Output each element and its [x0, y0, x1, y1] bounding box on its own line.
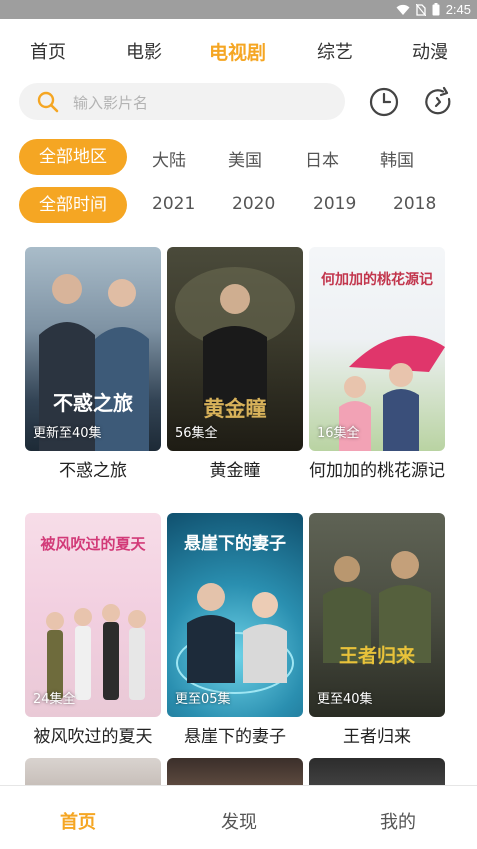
- poster-title-art: 黄金瞳: [203, 397, 267, 421]
- bottom-nav-discover[interactable]: 发现: [221, 808, 257, 834]
- tab-anime[interactable]: 动漫: [412, 38, 448, 64]
- region-all-chip[interactable]: 全部地区: [19, 139, 127, 175]
- poster-image[interactable]: 被风吹过的夏天 24集全: [25, 513, 161, 717]
- episode-badge: 更新至40集: [33, 426, 102, 441]
- poster-image[interactable]: 王者归来 更至40集: [309, 513, 445, 717]
- poster-image[interactable]: 黄金瞳 56集全: [167, 247, 303, 451]
- search-input[interactable]: 输入影片名: [19, 83, 345, 120]
- episode-badge: 24集全: [33, 692, 76, 707]
- show-title[interactable]: 何加加的桃花源记: [303, 461, 451, 482]
- tab-variety[interactable]: 综艺: [317, 38, 353, 64]
- wifi-icon: [396, 4, 410, 15]
- poster-title-art: 王者归来: [338, 645, 415, 667]
- show-title[interactable]: 被风吹过的夏天: [19, 727, 167, 748]
- show-title[interactable]: 不惑之旅: [19, 461, 167, 482]
- poster-title-art: 何加加的桃花源记: [321, 272, 433, 288]
- episode-badge: 更至40集: [317, 692, 373, 707]
- tab-tv-series[interactable]: 电视剧: [209, 38, 266, 65]
- year-option[interactable]: 2019: [313, 194, 356, 214]
- region-option[interactable]: 日本: [305, 146, 339, 171]
- search-icon: [37, 91, 59, 113]
- poster-figures: [39, 274, 149, 451]
- poster-title-art: 不惑之旅: [53, 391, 133, 415]
- category-tabs: 首页 电影 电视剧 综艺 动漫: [0, 30, 477, 72]
- region-option[interactable]: 韩国: [380, 146, 414, 171]
- region-filter: 全部地区 大陆 美国 日本 韩国: [0, 139, 477, 175]
- no-sim-icon: [415, 3, 426, 16]
- status-time: 2:45: [445, 2, 471, 17]
- status-bar: 2:45: [0, 0, 477, 19]
- poster-title-art: 被风吹过的夏天: [40, 535, 146, 553]
- clock-icon[interactable]: [368, 86, 400, 118]
- poster-figures: [323, 551, 431, 663]
- tab-home[interactable]: 首页: [30, 38, 66, 64]
- battery-icon: [432, 3, 440, 16]
- region-option[interactable]: 大陆: [152, 146, 186, 171]
- year-option[interactable]: 2021: [152, 194, 195, 214]
- year-option[interactable]: 2018: [393, 194, 436, 214]
- year-filter: 全部时间 2021 2020 2019 2018: [0, 187, 477, 223]
- show-title[interactable]: 黄金瞳: [161, 461, 309, 482]
- year-all-chip[interactable]: 全部时间: [19, 187, 127, 223]
- show-title[interactable]: 悬崖下的妻子: [161, 727, 309, 748]
- search-placeholder: 输入影片名: [73, 94, 149, 112]
- poster-image[interactable]: 何加加的桃花源记 16集全: [309, 247, 445, 451]
- tab-movies[interactable]: 电影: [126, 38, 162, 64]
- region-option[interactable]: 美国: [228, 146, 262, 171]
- show-title[interactable]: 王者归来: [303, 727, 451, 748]
- episode-badge: 更至05集: [175, 692, 231, 707]
- refresh-icon[interactable]: [422, 86, 454, 118]
- episode-badge: 56集全: [175, 426, 218, 441]
- poster-image[interactable]: 悬崖下的妻子 更至05集: [167, 513, 303, 717]
- bottom-nav-profile[interactable]: 我的: [380, 808, 416, 834]
- status-icons: 2:45: [396, 2, 471, 17]
- poster-image[interactable]: 不惑之旅 更新至40集: [25, 247, 161, 451]
- year-option[interactable]: 2020: [232, 194, 275, 214]
- bottom-nav-home[interactable]: 首页: [60, 808, 96, 834]
- poster-title-art: 悬崖下的妻子: [184, 534, 286, 554]
- episode-badge: 16集全: [317, 426, 360, 441]
- bottom-nav: 首页 发现 我的: [0, 785, 477, 849]
